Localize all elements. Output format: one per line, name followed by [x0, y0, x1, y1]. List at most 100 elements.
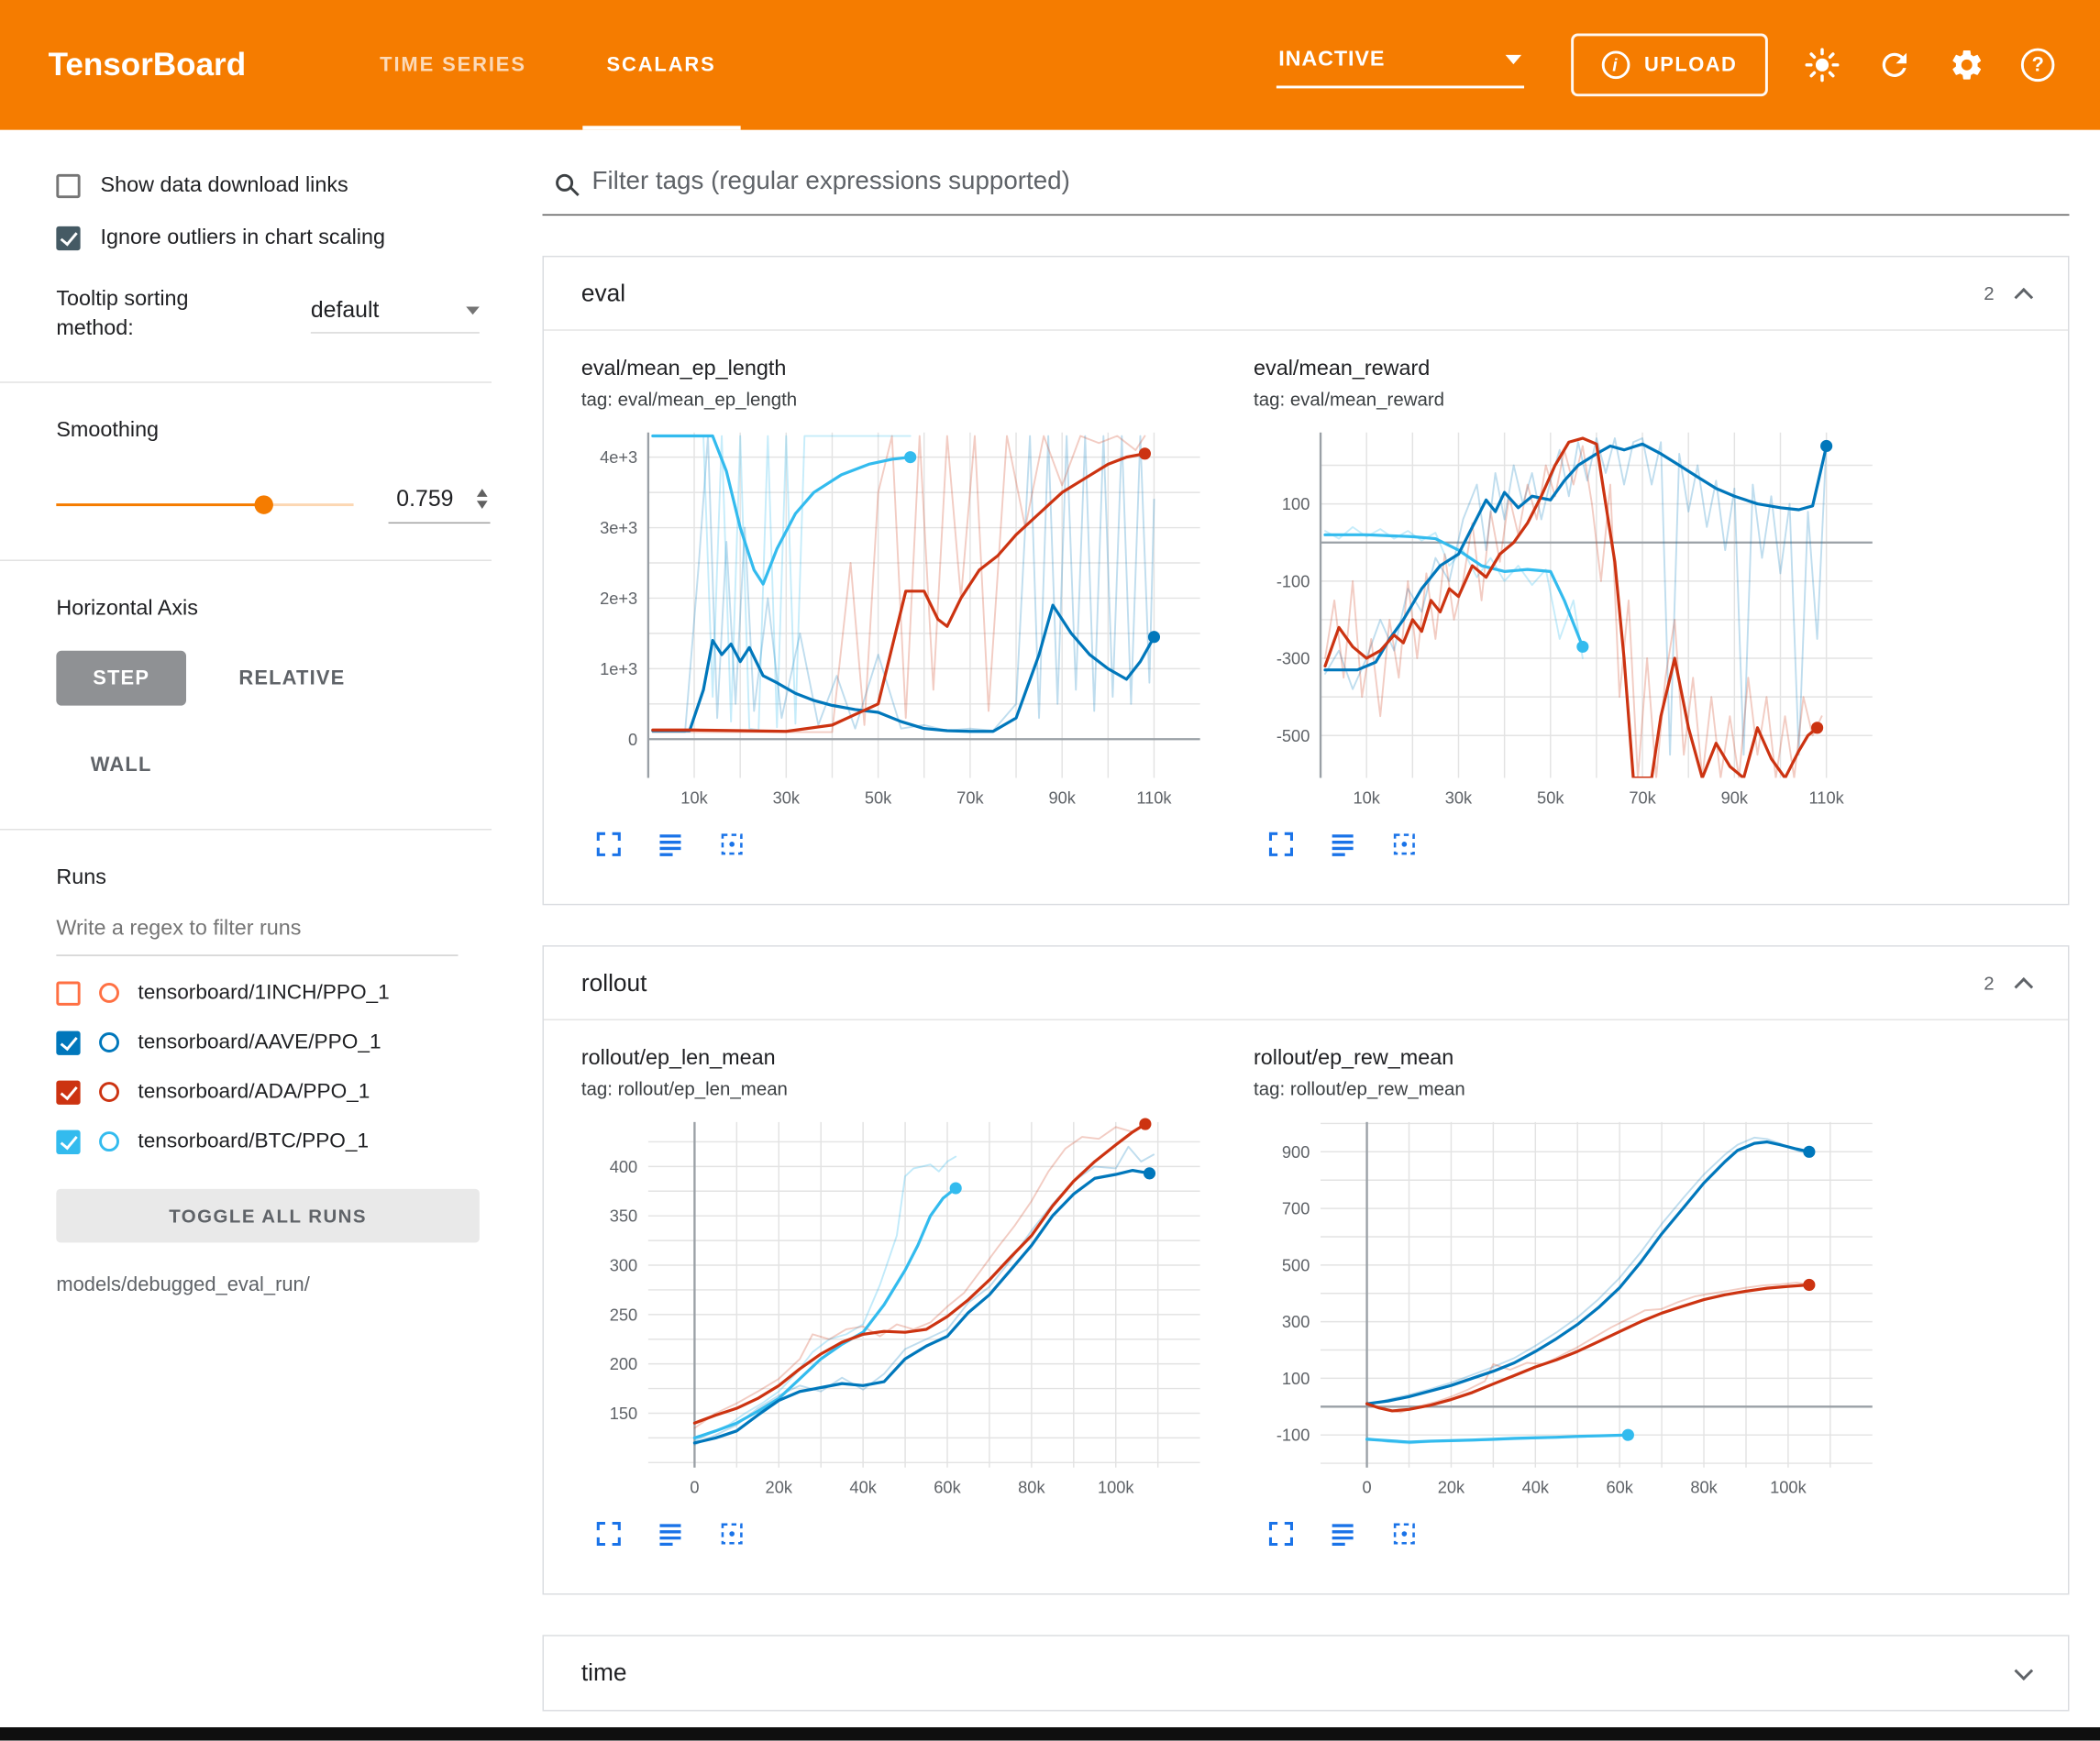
svg-text:2e+3: 2e+3	[600, 589, 637, 608]
axis-option-step[interactable]: STEP	[56, 650, 186, 705]
svg-text:10k: 10k	[680, 788, 708, 807]
run-label: tensorboard/AAVE/PPO_1	[138, 1030, 381, 1054]
runs-base-path: models/debugged_eval_run/	[56, 1273, 531, 1296]
svg-text:-100: -100	[1277, 571, 1310, 590]
svg-text:300: 300	[610, 1256, 637, 1275]
smoothing-slider[interactable]	[56, 494, 353, 515]
smoothing-slider-fill	[56, 503, 264, 506]
smoothing-slider-knob[interactable]	[255, 495, 273, 513]
svg-text:4e+3: 4e+3	[600, 447, 637, 467]
smoothing-label: Smoothing	[56, 419, 531, 443]
show-download-links-checkbox[interactable]	[56, 174, 80, 198]
show-download-links-row[interactable]: Show data download links	[56, 174, 531, 198]
runs-filter-input[interactable]	[56, 896, 458, 956]
expand-icon[interactable]	[1267, 1520, 1296, 1548]
svg-text:80k: 80k	[1018, 1477, 1045, 1496]
brightness-icon[interactable]	[1804, 47, 1840, 83]
run-checkbox[interactable]	[56, 981, 80, 1005]
axis-option-relative[interactable]: RELATIVE	[210, 650, 373, 705]
chevron-up-icon[interactable]	[2014, 287, 2033, 306]
line-chart[interactable]: 020k40k60k80k100k-100100300500700900	[1254, 1111, 1883, 1502]
chevron-down-icon[interactable]	[2014, 1661, 2033, 1680]
line-chart[interactable]: 10k30k50k70k90k110k01e+32e+33e+34e+3	[581, 422, 1210, 812]
divider	[0, 381, 492, 382]
svg-text:900: 900	[1282, 1142, 1310, 1162]
decrement-icon[interactable]	[477, 501, 488, 510]
svg-text:100k: 100k	[1770, 1477, 1807, 1496]
line-chart[interactable]: 020k40k60k80k100k150200250300350400	[581, 1111, 1210, 1502]
axis-options: STEP RELATIVE WALL	[56, 650, 407, 792]
tab-scalars[interactable]: SCALARS	[567, 0, 757, 130]
run-row[interactable]: tensorboard/AAVE/PPO_1	[56, 1030, 531, 1054]
svg-text:300: 300	[1282, 1312, 1310, 1331]
expand-icon[interactable]	[1267, 831, 1296, 859]
data-table-icon[interactable]	[1329, 831, 1357, 859]
svg-text:110k: 110k	[1809, 788, 1845, 807]
data-table-icon[interactable]	[657, 1520, 685, 1548]
ignore-outliers-checkbox[interactable]	[56, 226, 80, 250]
search-icon	[556, 173, 573, 191]
tag-filter-input[interactable]	[592, 168, 2064, 197]
section-title: rollout	[581, 969, 647, 997]
expand-icon[interactable]	[594, 1520, 623, 1548]
section-count: 2	[1984, 282, 1994, 303]
help-icon[interactable]: ?	[2021, 49, 2055, 83]
chevron-up-icon[interactable]	[2014, 976, 2033, 996]
expand-icon[interactable]	[594, 831, 623, 859]
tooltip-sorting-select[interactable]: default	[311, 297, 480, 333]
section-card-eval: eval2 eval/mean_ep_lengthtag: eval/mean_e…	[543, 256, 2070, 905]
smoothing-value-input[interactable]: 0.759	[389, 486, 491, 523]
svg-text:700: 700	[1282, 1199, 1310, 1218]
run-row[interactable]: tensorboard/1INCH/PPO_1	[56, 981, 531, 1005]
status-dropdown[interactable]: INACTIVE	[1276, 42, 1523, 88]
run-color-radio[interactable]	[99, 1082, 119, 1102]
section-header[interactable]: eval2	[544, 257, 2068, 330]
tooltip-sorting-value: default	[311, 297, 380, 324]
bottom-strip	[0, 1727, 2100, 1741]
refresh-icon[interactable]	[1876, 47, 1912, 83]
toggle-all-runs-button[interactable]: TOGGLE ALL RUNS	[56, 1189, 480, 1242]
run-color-radio[interactable]	[99, 983, 119, 1003]
divider	[0, 559, 492, 560]
run-row[interactable]: tensorboard/BTC/PPO_1	[56, 1129, 531, 1153]
run-color-radio[interactable]	[99, 1032, 119, 1052]
tensorboard-app: TensorBoard TIME SERIES SCALARS INACTIVE…	[0, 0, 2100, 1741]
section-header[interactable]: rollout 2	[544, 947, 2068, 1020]
tab-time-series[interactable]: TIME SERIES	[339, 0, 566, 130]
data-table-icon[interactable]	[657, 831, 685, 859]
section-header-controls: 2	[1984, 972, 2030, 993]
section-header-controls	[2017, 1669, 2031, 1678]
smoothing-stepper[interactable]	[477, 489, 488, 509]
svg-text:200: 200	[610, 1354, 637, 1373]
section-header[interactable]: time	[544, 1636, 2068, 1710]
fit-domain-icon[interactable]	[718, 831, 746, 859]
svg-text:60k: 60k	[934, 1477, 961, 1496]
tooltip-sorting-label: Tooltip sorting method:	[56, 285, 260, 345]
run-checkbox[interactable]	[56, 1080, 80, 1104]
run-checkbox[interactable]	[56, 1129, 80, 1153]
line-chart[interactable]: 10k30k50k70k90k110k100-100-300-500	[1254, 422, 1883, 812]
run-checkbox[interactable]	[56, 1030, 80, 1054]
divider	[0, 829, 492, 830]
svg-text:60k: 60k	[1606, 1477, 1633, 1496]
svg-text:40k: 40k	[1522, 1477, 1550, 1496]
ignore-outliers-row[interactable]: Ignore outliers in chart scaling	[56, 226, 531, 250]
main-content: eval2 eval/mean_ep_lengthtag: eval/mean_e…	[532, 130, 2100, 1727]
fit-domain-icon[interactable]	[1390, 1520, 1419, 1548]
run-row[interactable]: tensorboard/ADA/PPO_1	[56, 1080, 531, 1104]
section-card-time: time	[543, 1635, 2070, 1711]
chart-title: rollout/ep_rew_mean	[1254, 1047, 1905, 1071]
svg-text:0: 0	[1363, 1477, 1372, 1496]
upload-button[interactable]: i UPLOAD	[1571, 34, 1768, 97]
settings-icon[interactable]	[1949, 47, 1984, 83]
smoothing-row: 0.759	[56, 486, 531, 523]
svg-text:20k: 20k	[1438, 1477, 1465, 1496]
data-table-icon[interactable]	[1329, 1520, 1357, 1548]
chart-eval-mean_ep_length: eval/mean_ep_lengthtag: eval/mean_ep_len…	[581, 358, 1232, 858]
fit-domain-icon[interactable]	[1390, 831, 1419, 859]
axis-option-wall[interactable]: WALL	[56, 737, 186, 792]
increment-icon[interactable]	[477, 489, 488, 497]
section-count: 2	[1984, 972, 1994, 993]
fit-domain-icon[interactable]	[718, 1520, 746, 1548]
run-color-radio[interactable]	[99, 1132, 119, 1152]
